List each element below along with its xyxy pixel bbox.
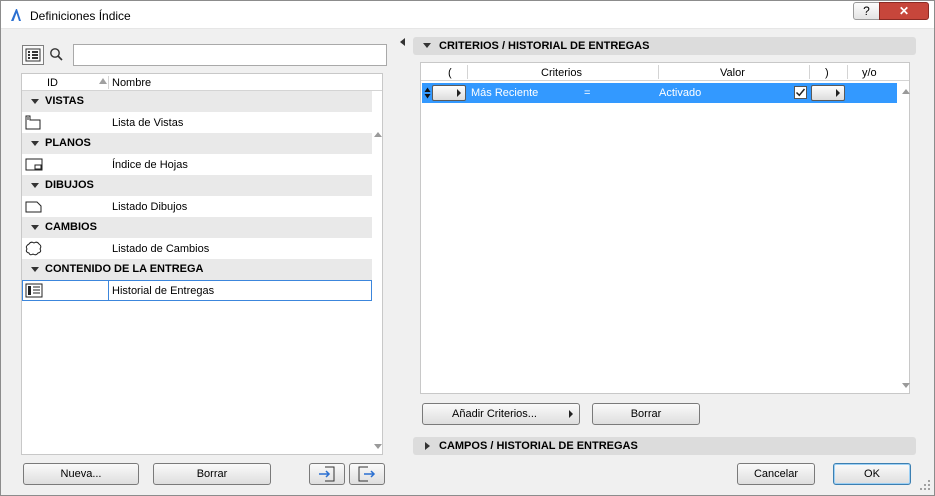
expand-triangle-icon[interactable] — [423, 43, 431, 48]
delete-criteria-button[interactable]: Borrar — [592, 403, 700, 425]
group-cambios[interactable]: CAMBIOS — [22, 217, 372, 238]
fields-section-header[interactable]: CAMPOS / HISTORIAL DE ENTREGAS — [413, 437, 916, 455]
group-contenido-entrega[interactable]: CONTENIDO DE LA ENTREGA — [22, 259, 372, 280]
group-planos[interactable]: PLANOS — [22, 133, 372, 154]
group-label: DIBUJOS — [45, 179, 94, 191]
list-item[interactable]: Lista de Vistas — [22, 112, 372, 133]
drawing-list-icon — [25, 201, 42, 213]
import-button[interactable] — [309, 463, 345, 485]
column-divider — [108, 281, 109, 300]
column-value: Valor — [720, 67, 745, 79]
close-paren-popup[interactable] — [811, 85, 845, 101]
item-name: Lista de Vistas — [112, 117, 184, 129]
item-name: Listado Dibujos — [112, 201, 188, 213]
criteria-name[interactable]: Más Reciente — [471, 87, 538, 99]
group-label: CONTENIDO DE LA ENTREGA — [45, 263, 204, 275]
column-criteria: Criterios — [541, 67, 582, 79]
column-id[interactable]: ID — [47, 77, 58, 89]
sheet-index-icon — [25, 158, 43, 171]
scroll-down-arrow-icon[interactable] — [902, 383, 910, 388]
criteria-pane: CRITERIOS / HISTORIAL DE ENTREGAS ( Crit… — [413, 37, 917, 457]
delete-index-button[interactable]: Borrar — [153, 463, 271, 485]
list-item[interactable]: Listado Dibujos — [22, 196, 372, 217]
expand-triangle-icon[interactable] — [31, 225, 39, 230]
expand-triangle-icon[interactable] — [31, 99, 39, 104]
collapse-panel-arrow-icon[interactable] — [400, 38, 405, 46]
import-icon — [319, 466, 335, 482]
list-header: ID Nombre — [22, 74, 382, 91]
column-divider — [847, 65, 848, 79]
popup-arrow-icon — [457, 89, 461, 97]
issue-history-icon — [25, 283, 43, 298]
criteria-section-header[interactable]: CRITERIOS / HISTORIAL DE ENTREGAS — [413, 37, 916, 55]
column-name[interactable]: Nombre — [112, 77, 151, 89]
close-button[interactable]: ✕ — [879, 2, 929, 20]
item-name: Listado de Cambios — [112, 243, 210, 255]
window-title: Definiciones Índice — [30, 9, 131, 23]
collapsed-triangle-icon[interactable] — [425, 442, 430, 450]
title-bar: Definiciones Índice ? ✕ — [1, 1, 934, 29]
list-rows: VISTAS Lista de Vistas PLANOS Índice de … — [22, 91, 372, 301]
app-logo-icon — [11, 9, 21, 21]
criteria-header: ( Criterios Valor ) y/o — [421, 63, 909, 81]
new-button[interactable]: Nueva... — [23, 463, 139, 485]
dialog-window: Definiciones Índice ? ✕ ID Nombre VISTAS… — [0, 0, 935, 496]
column-divider — [467, 65, 468, 79]
resize-grip-icon[interactable] — [919, 479, 931, 491]
view-list-icon — [25, 115, 41, 130]
criteria-value[interactable]: Activado — [659, 87, 701, 99]
add-criteria-label: Añadir Criterios... — [452, 408, 537, 420]
view-mode-button[interactable] — [22, 45, 44, 65]
section-title: CAMPOS / HISTORIAL DE ENTREGAS — [439, 440, 638, 452]
item-name[interactable]: Historial de Entregas — [112, 285, 214, 297]
checkmark-icon — [795, 88, 806, 97]
reorder-handle-icon[interactable] — [424, 86, 431, 100]
export-button[interactable] — [349, 463, 385, 485]
help-button[interactable]: ? — [853, 2, 880, 20]
change-list-icon — [25, 241, 42, 256]
item-name: Índice de Hojas — [112, 159, 188, 171]
expand-triangle-icon[interactable] — [31, 183, 39, 188]
group-vistas[interactable]: VISTAS — [22, 91, 372, 112]
open-paren-popup[interactable] — [432, 85, 466, 101]
list-item[interactable]: Índice de Hojas — [22, 154, 372, 175]
index-list-pane: ID Nombre VISTAS Lista de Vistas PLANOS … — [13, 37, 397, 487]
column-close-paren: ) — [825, 67, 829, 79]
scroll-down-arrow-icon[interactable] — [374, 444, 382, 449]
section-title: CRITERIOS / HISTORIAL DE ENTREGAS — [439, 40, 650, 52]
group-label: PLANOS — [45, 137, 91, 149]
expand-triangle-icon[interactable] — [31, 141, 39, 146]
scroll-up-arrow-icon[interactable] — [374, 132, 382, 137]
group-label: CAMBIOS — [45, 221, 97, 233]
column-divider — [658, 65, 659, 79]
criteria-value-checkbox[interactable] — [794, 86, 807, 99]
sort-ascending-icon — [99, 78, 107, 84]
scroll-up-arrow-icon[interactable] — [902, 89, 910, 94]
search-input[interactable] — [73, 44, 387, 66]
column-divider — [108, 76, 109, 89]
criteria-operator[interactable]: = — [584, 87, 590, 99]
criteria-table[interactable]: ( Criterios Valor ) y/o Más Reciente = A… — [420, 62, 910, 394]
ok-button[interactable]: OK — [833, 463, 911, 485]
cancel-button[interactable]: Cancelar — [737, 463, 815, 485]
expand-triangle-icon[interactable] — [31, 267, 39, 272]
popup-arrow-icon — [836, 89, 840, 97]
criteria-row[interactable]: Más Reciente = Activado — [422, 83, 897, 103]
list-view-icon — [25, 48, 41, 62]
export-icon — [358, 466, 376, 482]
index-list[interactable]: ID Nombre VISTAS Lista de Vistas PLANOS … — [21, 73, 383, 455]
column-open-paren: ( — [448, 67, 452, 79]
group-label: VISTAS — [45, 95, 84, 107]
add-criteria-button[interactable]: Añadir Criterios... — [422, 403, 580, 425]
column-and-or: y/o — [862, 67, 877, 79]
group-dibujos[interactable]: DIBUJOS — [22, 175, 372, 196]
list-item-selected[interactable]: Historial de Entregas — [22, 280, 372, 301]
list-item[interactable]: Listado de Cambios — [22, 238, 372, 259]
popup-arrow-icon — [569, 410, 573, 418]
search-icon — [50, 48, 63, 61]
column-divider — [809, 65, 810, 79]
